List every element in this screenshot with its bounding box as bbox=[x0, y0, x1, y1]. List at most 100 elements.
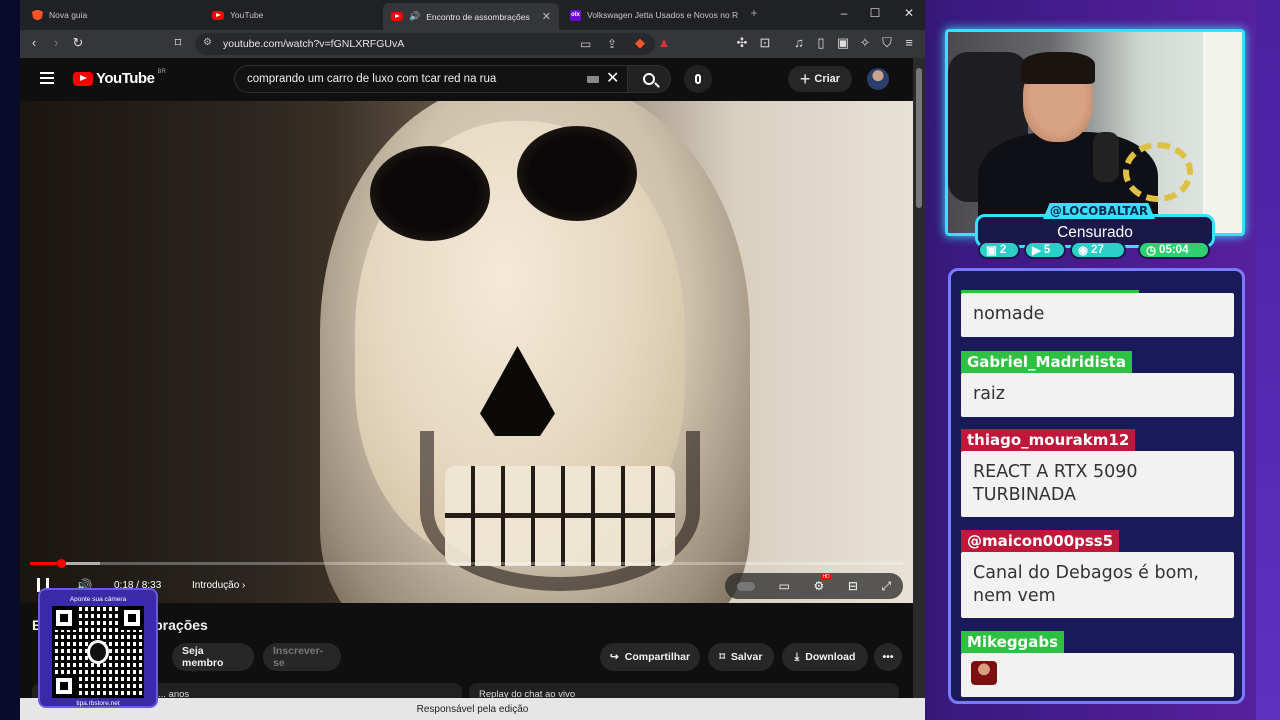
new-tab-button[interactable]: + bbox=[744, 6, 764, 20]
background-stripe bbox=[1256, 0, 1280, 720]
tab-label: Encontro de assombrações - YouTube bbox=[426, 11, 530, 22]
chevron-right-icon: › bbox=[242, 580, 246, 591]
fullscreen-icon[interactable]: ⤢ bbox=[882, 579, 892, 594]
microphone bbox=[1093, 132, 1119, 182]
reload-icon[interactable]: ↻ bbox=[70, 35, 86, 51]
speaker-icon: 🔊 bbox=[409, 11, 421, 21]
plus-icon: + bbox=[799, 69, 811, 89]
share-button[interactable]: ↪ Compartilhar bbox=[600, 643, 700, 671]
chat-message: Gabriel_Madridista raiz bbox=[961, 351, 1234, 417]
search-button[interactable] bbox=[627, 65, 671, 93]
chat-text: raiz bbox=[961, 373, 1234, 417]
brave-shields-icon[interactable]: ◆ bbox=[632, 35, 648, 51]
share-label: Compartilhar bbox=[624, 651, 691, 663]
tab-active-video[interactable]: 🔊 Encontro de assombrações - YouTube ✕ bbox=[383, 3, 559, 30]
microphone-icon bbox=[87, 640, 109, 664]
video-player[interactable]: 🔊 0:18 / 8:33 Introdução › ▭ ⚙ ⊟ ⤢ bbox=[20, 101, 913, 603]
menu-icon[interactable]: ≡ bbox=[901, 35, 917, 50]
forward-icon[interactable]: › bbox=[48, 35, 64, 50]
chapter-label: Introdução bbox=[192, 580, 240, 591]
tab-youtube[interactable]: YouTube bbox=[204, 4, 374, 26]
cast-icon[interactable]: ▭ bbox=[580, 37, 591, 51]
twitch-viewers: ▣ 2 bbox=[978, 241, 1020, 259]
youtube-viewers: ▶ 5 bbox=[1024, 241, 1066, 259]
chat-username-bar bbox=[961, 290, 1139, 293]
save-button[interactable]: ⌑ Salvar bbox=[708, 643, 774, 671]
more-icon: ••• bbox=[882, 651, 894, 663]
settings-icon[interactable]: ⚙ bbox=[813, 574, 831, 593]
join-label: Seja membro bbox=[182, 645, 224, 669]
bookmark-icon[interactable]: ⌑ bbox=[170, 35, 186, 51]
site-info-icon[interactable]: ⚙ bbox=[203, 37, 212, 48]
chat-message: @maicon000pss5 Canal do Debagos é bom, n… bbox=[961, 530, 1234, 618]
chat-message: nomade bbox=[961, 290, 1234, 337]
avatar[interactable] bbox=[867, 68, 889, 90]
brave-icon bbox=[32, 9, 43, 21]
qr-top-text: Aponte sua câmera bbox=[69, 596, 127, 603]
maximize-button[interactable]: ☐ bbox=[865, 6, 885, 20]
youtube-icon bbox=[391, 12, 403, 21]
tab-new[interactable]: Nova guia bbox=[24, 4, 194, 26]
save-label: Salvar bbox=[730, 651, 763, 663]
chat-text: REACT A RTX 5090 TURBINADA bbox=[961, 451, 1234, 517]
stat-value: 5 bbox=[1043, 244, 1051, 256]
chat-username: Mikeggabs bbox=[961, 631, 1065, 653]
stat-value: 05:04 bbox=[1159, 244, 1189, 256]
tab-bar: Nova guia YouTube 🔊 Encontro de assombra… bbox=[20, 0, 925, 30]
leo-ai-icon[interactable]: ✧ bbox=[857, 35, 873, 51]
clear-search-icon[interactable]: ✕ bbox=[606, 68, 619, 88]
skull-eye-right bbox=[517, 126, 637, 221]
chapter-button[interactable]: Introdução › bbox=[192, 580, 245, 591]
address-bar[interactable]: ⚙ youtube.com/watch?v=fGNLXRFGUvA ▭ ⇪ bbox=[195, 33, 655, 55]
back-icon[interactable]: ‹ bbox=[26, 35, 42, 50]
bookmark-icon: ⌑ bbox=[719, 651, 725, 663]
share-icon[interactable]: ⇪ bbox=[607, 37, 617, 51]
extensions-icon[interactable]: ✣ bbox=[734, 35, 750, 51]
create-button[interactable]: + Criar bbox=[788, 66, 852, 92]
chat-message: Mikeggabs bbox=[961, 631, 1234, 697]
minimize-button[interactable]: – bbox=[834, 6, 854, 20]
streamer-handle: @LOCOBALTAR bbox=[1043, 203, 1155, 219]
progress-bar[interactable] bbox=[30, 559, 903, 568]
chat-panel: nomade Gabriel_Madridista raiz thiago_mo… bbox=[948, 268, 1245, 704]
join-button[interactable]: Seja membro bbox=[172, 643, 254, 671]
more-actions-button[interactable]: ••• bbox=[874, 643, 902, 671]
vpn-icon[interactable]: ⛉ bbox=[879, 35, 895, 51]
screenshot-icon[interactable]: ⊡ bbox=[757, 35, 773, 51]
chat-text: nomade bbox=[961, 293, 1234, 337]
hamburger-menu-icon[interactable] bbox=[40, 72, 54, 84]
chat-text: Canal do Debagos é bom, nem vem bbox=[961, 552, 1234, 618]
download-button[interactable]: ⤓ Download bbox=[782, 643, 868, 671]
qr-overlay: Aponte sua câmera tipa.rbstore.net bbox=[38, 588, 158, 708]
youtube-logo[interactable]: YouTube BR bbox=[73, 69, 166, 87]
viewer-stats: ▣ 2 ▶ 5 ◉ 27 ◷ 05:04 bbox=[978, 241, 1210, 259]
keyboard-icon[interactable] bbox=[587, 76, 599, 83]
logo-text: YouTube bbox=[96, 70, 155, 87]
scrollbar[interactable] bbox=[913, 58, 925, 718]
close-icon[interactable]: ✕ bbox=[542, 10, 551, 23]
kick-viewers: ◉ 27 bbox=[1070, 241, 1126, 259]
subtitles-icon[interactable]: ▭ bbox=[778, 579, 789, 593]
subscribe-button[interactable]: Inscrever-se bbox=[263, 643, 341, 671]
brave-rewards-icon[interactable]: ▲ bbox=[656, 35, 672, 50]
chat-username: @maicon000pss5 bbox=[961, 530, 1120, 552]
tab-label: Nova guia bbox=[49, 10, 88, 20]
download-icon: ⤓ bbox=[794, 650, 800, 663]
qr-code bbox=[52, 606, 144, 698]
close-window-button[interactable]: ✕ bbox=[899, 6, 919, 20]
scrollbar-thumb[interactable] bbox=[916, 68, 922, 208]
status-text: Responsável pela edição bbox=[416, 703, 529, 715]
sidebar-icon[interactable]: ▯ bbox=[813, 35, 829, 51]
autoplay-toggle[interactable] bbox=[736, 581, 755, 591]
search-input[interactable]: comprando um carro de luxo com tcar red … bbox=[234, 65, 627, 93]
media-icon[interactable]: ♫ bbox=[791, 35, 807, 50]
wallet-icon[interactable]: ▣ bbox=[835, 35, 851, 51]
tab-olx[interactable]: olx Volkswagen Jetta Usados e Novos no R… bbox=[562, 4, 738, 26]
qr-finder bbox=[120, 606, 144, 630]
kick-icon: ◉ bbox=[1078, 245, 1089, 257]
stat-value: 2 bbox=[999, 244, 1007, 256]
theater-mode-icon[interactable]: ⊟ bbox=[848, 579, 858, 593]
voice-search-button[interactable] bbox=[684, 65, 712, 93]
chat-username: thiago_mourakm12 bbox=[961, 429, 1136, 451]
chat-message: thiago_mourakm12 REACT A RTX 5090 TURBIN… bbox=[961, 429, 1234, 517]
